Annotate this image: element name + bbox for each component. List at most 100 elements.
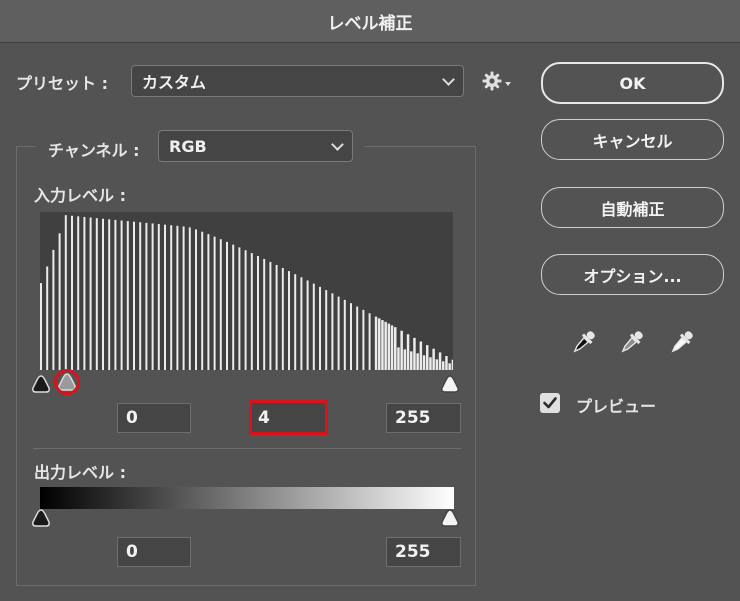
histogram-bar — [435, 359, 439, 370]
histogram-bar — [390, 325, 394, 370]
histogram — [40, 212, 453, 370]
preset-label: プリセット : — [16, 74, 108, 93]
histogram-bar — [400, 330, 403, 370]
histogram-bar — [195, 229, 197, 370]
histogram-bar — [64, 215, 67, 370]
histogram-bar — [151, 223, 154, 370]
histogram-bar — [419, 341, 423, 370]
histogram-bar — [432, 348, 435, 370]
histogram-bar — [244, 250, 247, 370]
output-levels-label: 出力レベル : — [34, 463, 126, 482]
histogram-bar — [394, 327, 397, 370]
auto-button[interactable]: 自動補正 — [541, 187, 724, 228]
gear-icon[interactable] — [482, 70, 514, 92]
channel-value: RGB — [169, 136, 207, 156]
cancel-button[interactable]: キャンセル — [541, 119, 724, 160]
options-button[interactable]: オプション... — [541, 254, 724, 295]
histogram-bar — [226, 241, 228, 370]
output-shadow-slider[interactable] — [31, 508, 51, 528]
histogram-bar — [157, 224, 160, 370]
histogram-bar — [350, 303, 352, 370]
histogram-bar — [108, 219, 111, 370]
histogram-bar — [300, 277, 303, 370]
preset-value: カスタム — [142, 73, 207, 92]
input-midtone-field[interactable]: 4 — [249, 400, 328, 435]
histogram-graph — [40, 215, 453, 370]
histogram-bar — [164, 224, 166, 370]
histogram-bar — [71, 215, 73, 370]
histogram-bar — [438, 352, 442, 370]
preview-label: プレビュー — [576, 397, 657, 416]
histogram-bar — [426, 345, 429, 370]
gray-point-eyedropper-icon[interactable] — [618, 328, 646, 356]
input-shadow-slider[interactable] — [31, 374, 51, 394]
levels-dialog: レベル補正 プリセット : カスタム チャンネル : RGB 入力レベル : 0… — [0, 0, 740, 601]
histogram-bar — [46, 266, 49, 370]
output-highlight-field[interactable]: 255 — [386, 537, 461, 567]
histogram-bar — [445, 356, 448, 370]
input-highlight-slider[interactable] — [440, 374, 460, 394]
ok-button[interactable]: OK — [541, 62, 724, 104]
histogram-bar — [374, 316, 378, 370]
histogram-bar — [368, 313, 371, 370]
histogram-bar — [145, 222, 148, 370]
histogram-bar — [133, 221, 135, 370]
histogram-bar — [188, 227, 191, 370]
channel-dropdown[interactable]: RGB — [158, 130, 353, 162]
input-highlight-field[interactable]: 255 — [386, 403, 461, 433]
chevron-down-icon — [442, 73, 455, 86]
histogram-bar — [416, 353, 419, 370]
histogram-bar — [397, 347, 400, 370]
histogram-bar — [126, 221, 129, 370]
histogram-bar — [232, 244, 235, 370]
histogram-bar — [263, 258, 266, 370]
chevron-down-icon — [331, 138, 344, 151]
histogram-bar — [207, 234, 210, 370]
histogram-bar — [170, 225, 173, 370]
output-highlight-slider[interactable] — [440, 508, 460, 528]
histogram-bar — [337, 296, 340, 370]
window-title: レベル補正 — [0, 0, 740, 43]
histogram-bar — [238, 247, 241, 370]
histogram-bar — [406, 334, 410, 370]
histogram-bar — [381, 320, 384, 370]
histogram-bar — [429, 357, 432, 370]
histogram-bar — [325, 290, 328, 370]
histogram-bar — [257, 256, 259, 370]
histogram-bar — [58, 233, 61, 370]
histogram-bar — [422, 355, 426, 370]
histogram-bar — [281, 267, 284, 370]
histogram-bar — [95, 218, 98, 370]
histogram-bar — [294, 274, 297, 370]
histogram-bar — [269, 261, 272, 370]
histogram-bar — [89, 217, 92, 370]
histogram-bar — [410, 351, 413, 370]
histogram-bar — [182, 226, 185, 370]
histogram-bar — [451, 359, 453, 370]
black-point-eyedropper-icon[interactable] — [570, 328, 598, 356]
histogram-bar — [413, 337, 416, 370]
histogram-bar — [356, 306, 359, 370]
histogram-bar — [83, 216, 86, 370]
histogram-bar — [219, 239, 222, 370]
histogram-bar — [77, 216, 80, 370]
output-gradient-bar — [40, 487, 454, 509]
preview-checkbox[interactable] — [540, 393, 560, 413]
histogram-bar — [343, 299, 346, 370]
output-shadow-field[interactable]: 0 — [117, 537, 191, 567]
histogram-bar — [306, 280, 309, 370]
histogram-bar — [102, 218, 104, 370]
preset-dropdown[interactable]: カスタム — [131, 65, 464, 97]
input-shadow-field[interactable]: 0 — [117, 403, 191, 433]
histogram-bar — [250, 253, 253, 370]
histogram-bar — [40, 283, 42, 370]
histogram-bar — [331, 293, 334, 370]
input-levels-label: 入力レベル : — [34, 186, 126, 205]
histogram-bar — [201, 231, 204, 370]
histogram-bar — [448, 363, 451, 370]
histogram-bar — [213, 236, 216, 370]
histogram-bar — [378, 318, 381, 370]
histogram-bar — [176, 225, 179, 370]
section-divider — [33, 448, 461, 449]
white-point-eyedropper-icon[interactable] — [668, 328, 696, 356]
